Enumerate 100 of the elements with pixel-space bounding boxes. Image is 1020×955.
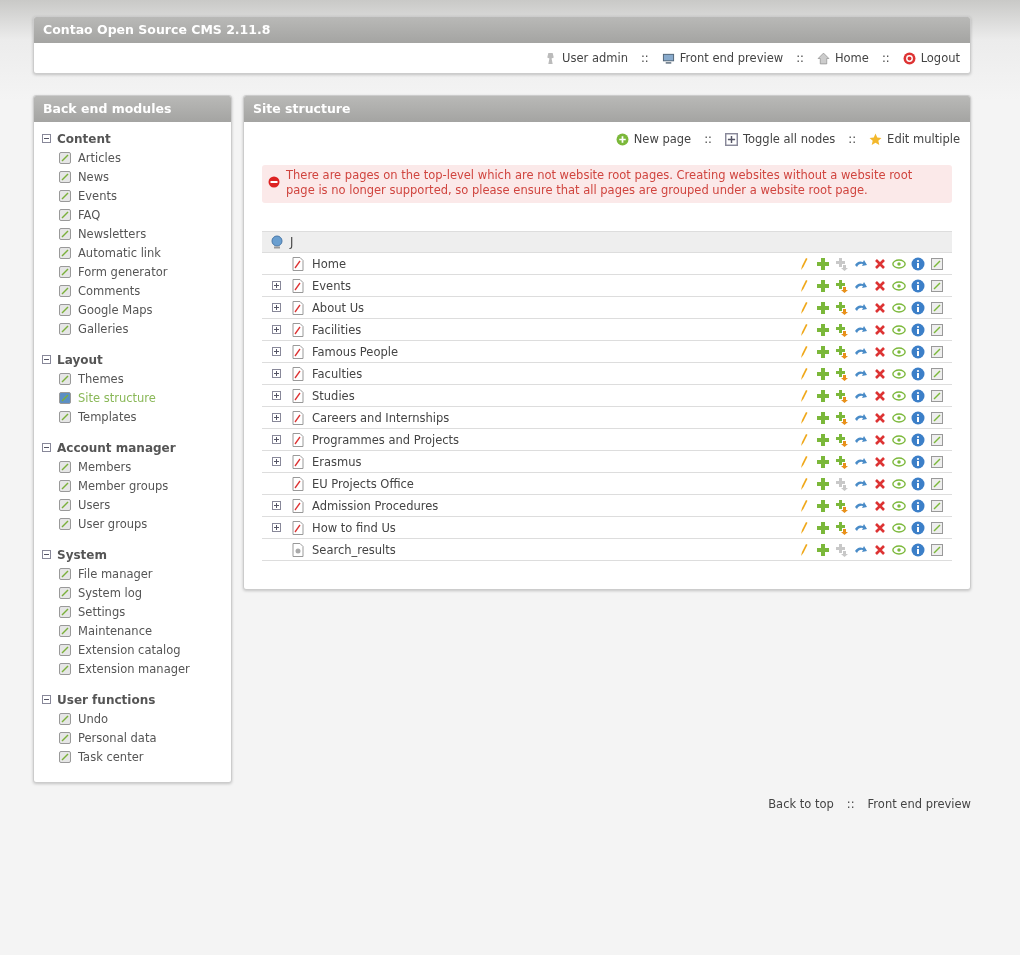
page-title[interactable]: EU Projects Office — [312, 476, 414, 491]
edit-square-icon[interactable] — [930, 322, 944, 337]
page-title[interactable]: Search_results — [312, 542, 396, 557]
plus-icon[interactable] — [816, 520, 830, 535]
module-link[interactable]: Form generator — [42, 262, 231, 281]
edit-square-icon[interactable] — [930, 520, 944, 535]
module-link[interactable]: Articles — [42, 148, 231, 167]
plus-icon[interactable] — [816, 454, 830, 469]
collapse-icon[interactable] — [42, 443, 51, 452]
expand-icon[interactable] — [272, 523, 281, 532]
delete-icon[interactable] — [873, 344, 887, 359]
header-link[interactable]: Logout — [902, 51, 960, 65]
module-link[interactable]: Maintenance — [42, 621, 231, 640]
info-icon[interactable] — [911, 344, 925, 359]
delete-icon[interactable] — [873, 256, 887, 271]
paste-into-icon[interactable] — [835, 322, 849, 337]
eye-icon[interactable] — [892, 366, 906, 381]
module-link[interactable]: Galleries — [42, 319, 231, 338]
module-link[interactable]: Themes — [42, 369, 231, 388]
module-link[interactable]: Undo — [42, 709, 231, 728]
module-link[interactable]: Comments — [42, 281, 231, 300]
edit-square-icon[interactable] — [930, 366, 944, 381]
page-title[interactable]: Facilities — [312, 322, 362, 337]
eye-icon[interactable] — [892, 432, 906, 447]
delete-icon[interactable] — [873, 454, 887, 469]
page-title[interactable]: How to find Us — [312, 520, 396, 535]
group-heading[interactable]: Content — [57, 131, 111, 146]
info-icon[interactable] — [911, 476, 925, 491]
collapse-icon[interactable] — [42, 550, 51, 559]
paste-into-icon[interactable] — [835, 432, 849, 447]
info-icon[interactable] — [911, 388, 925, 403]
module-link[interactable]: Google Maps — [42, 300, 231, 319]
header-link[interactable]: User admin — [544, 51, 628, 65]
info-icon[interactable] — [911, 256, 925, 271]
delete-icon[interactable] — [873, 366, 887, 381]
eye-icon[interactable] — [892, 278, 906, 293]
expand-icon[interactable] — [272, 347, 281, 356]
info-icon[interactable] — [911, 278, 925, 293]
page-title[interactable]: Home — [312, 256, 346, 271]
module-link[interactable]: Events — [42, 186, 231, 205]
eye-icon[interactable] — [892, 476, 906, 491]
plus-icon[interactable] — [816, 388, 830, 403]
delete-icon[interactable] — [873, 476, 887, 491]
group-heading[interactable]: Layout — [57, 352, 103, 367]
eye-icon[interactable] — [892, 256, 906, 271]
expand-icon[interactable] — [272, 501, 281, 510]
module-link[interactable]: Extension catalog — [42, 640, 231, 659]
eye-icon[interactable] — [892, 388, 906, 403]
eye-icon[interactable] — [892, 322, 906, 337]
plus-icon[interactable] — [816, 366, 830, 381]
delete-icon[interactable] — [873, 322, 887, 337]
info-icon[interactable] — [911, 366, 925, 381]
edit-square-icon[interactable] — [930, 454, 944, 469]
delete-icon[interactable] — [873, 542, 887, 557]
plus-icon[interactable] — [816, 322, 830, 337]
module-link[interactable]: News — [42, 167, 231, 186]
action-link[interactable]: Toggle all nodes — [724, 132, 836, 146]
plus-icon[interactable] — [816, 278, 830, 293]
expand-icon[interactable] — [272, 325, 281, 334]
module-link[interactable]: Extension manager — [42, 659, 231, 678]
eye-icon[interactable] — [892, 344, 906, 359]
paste-into-icon[interactable] — [835, 300, 849, 315]
info-icon[interactable] — [911, 300, 925, 315]
group-heading[interactable]: Account manager — [57, 440, 176, 455]
eye-icon[interactable] — [892, 454, 906, 469]
eye-icon[interactable] — [892, 410, 906, 425]
module-link[interactable]: System log — [42, 583, 231, 602]
plus-icon[interactable] — [816, 476, 830, 491]
module-link[interactable]: User groups — [42, 514, 231, 533]
module-link[interactable]: Automatic link — [42, 243, 231, 262]
edit-square-icon[interactable] — [930, 432, 944, 447]
info-icon[interactable] — [911, 322, 925, 337]
action-link[interactable]: Edit multiple — [869, 132, 960, 146]
info-icon[interactable] — [911, 432, 925, 447]
page-title[interactable]: Programmes and Projects — [312, 432, 460, 447]
group-heading[interactable]: System — [57, 547, 107, 562]
edit-square-icon[interactable] — [930, 410, 944, 425]
expand-icon[interactable] — [272, 281, 281, 290]
delete-icon[interactable] — [873, 388, 887, 403]
paste-into-icon[interactable] — [835, 344, 849, 359]
edit-square-icon[interactable] — [930, 278, 944, 293]
page-title[interactable]: Faculties — [312, 366, 363, 381]
edit-square-icon[interactable] — [930, 344, 944, 359]
paste-into-icon[interactable] — [835, 366, 849, 381]
expand-icon[interactable] — [272, 391, 281, 400]
group-heading[interactable]: User functions — [57, 692, 156, 707]
module-link[interactable]: Templates — [42, 407, 231, 426]
eye-icon[interactable] — [892, 300, 906, 315]
page-title[interactable]: Careers and Internships — [312, 410, 450, 425]
edit-square-icon[interactable] — [930, 256, 944, 271]
paste-into-icon[interactable] — [835, 278, 849, 293]
module-link[interactable]: Settings — [42, 602, 231, 621]
module-link[interactable]: Task center — [42, 747, 231, 766]
expand-icon[interactable] — [272, 435, 281, 444]
page-title[interactable]: Erasmus — [312, 454, 362, 469]
page-title[interactable]: Events — [312, 278, 351, 293]
info-icon[interactable] — [911, 498, 925, 513]
page-title[interactable]: About Us — [312, 300, 365, 315]
header-link[interactable]: Home — [816, 51, 869, 65]
edit-square-icon[interactable] — [930, 542, 944, 557]
